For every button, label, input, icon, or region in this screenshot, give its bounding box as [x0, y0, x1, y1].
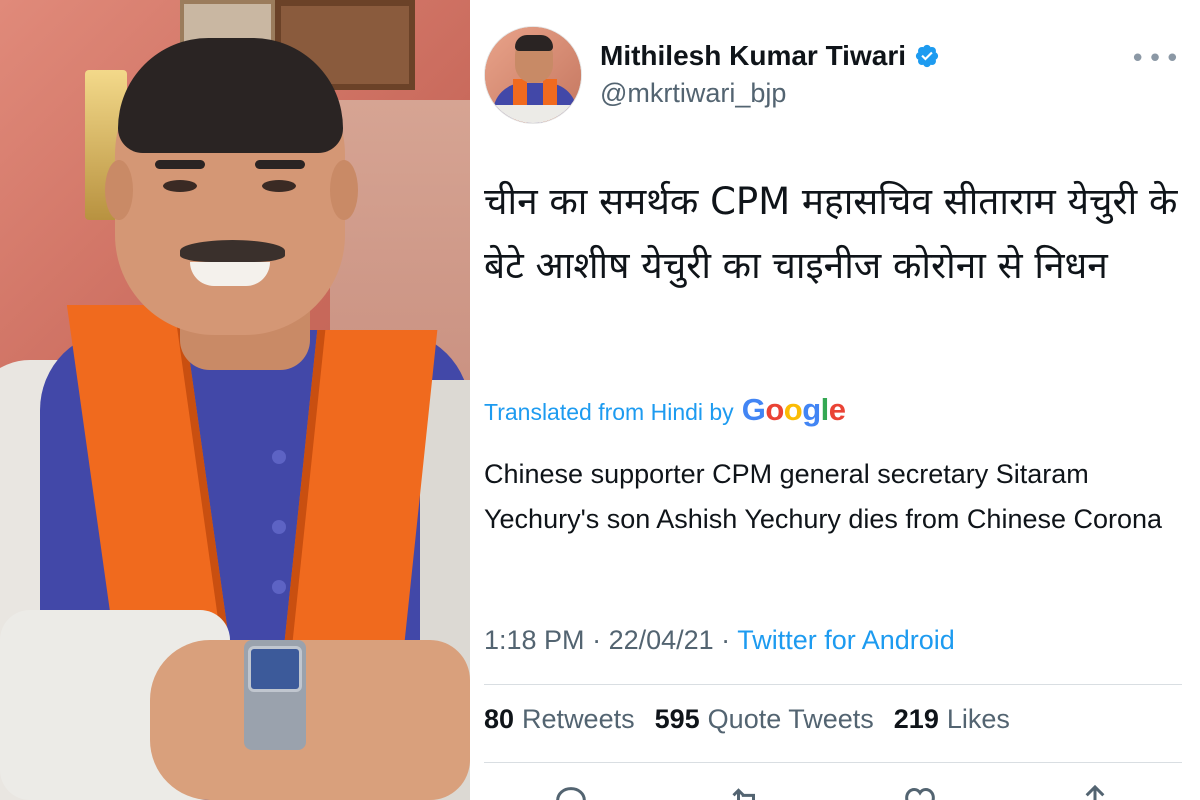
- vest-button: [272, 520, 286, 534]
- tweet-time[interactable]: 1:18 PM: [484, 625, 585, 655]
- watch-face: [248, 646, 302, 692]
- vest-button: [272, 580, 286, 594]
- profile-photo: [0, 0, 470, 800]
- mustache: [180, 240, 285, 262]
- tweet-meta: 1:18 PM · 22/04/21 · Twitter for Android: [484, 625, 955, 655]
- author-name-row[interactable]: Mithilesh Kumar Tiwari: [600, 40, 940, 72]
- more-dots-icon[interactable]: •••: [1130, 44, 1182, 74]
- vest-button: [272, 450, 286, 464]
- eye: [262, 180, 296, 192]
- retweets-stat[interactable]: 80 Retweets: [484, 704, 635, 735]
- quote-tweets-stat[interactable]: 595 Quote Tweets: [655, 704, 874, 735]
- retweet-icon[interactable]: [726, 782, 766, 800]
- eyebrow: [255, 160, 305, 169]
- divider: [484, 762, 1182, 763]
- verified-badge-icon: [915, 44, 939, 68]
- google-logo: Google: [741, 392, 846, 427]
- share-icon[interactable]: [1075, 782, 1115, 800]
- like-icon[interactable]: [900, 782, 940, 800]
- translated-label[interactable]: Translated from Hindi by: [484, 399, 734, 426]
- display-name[interactable]: Mithilesh Kumar Tiwari: [600, 40, 906, 72]
- crossed-forearm: [150, 640, 470, 800]
- eye: [163, 180, 197, 192]
- ear: [330, 160, 358, 220]
- eyebrow: [155, 160, 205, 169]
- smile: [190, 262, 270, 286]
- reply-icon[interactable]: [551, 782, 591, 800]
- user-handle[interactable]: @mkrtiwari_bjp: [600, 78, 786, 109]
- tweet-date[interactable]: 22/04/21: [609, 625, 714, 655]
- tweet-source-link[interactable]: Twitter for Android: [737, 625, 955, 655]
- ear: [105, 160, 133, 220]
- tweet-card: Mithilesh Kumar Tiwari @mkrtiwari_bjp ••…: [470, 0, 1200, 800]
- tweet-text-translated: Chinese supporter CPM general secretary …: [484, 459, 1163, 534]
- avatar[interactable]: [484, 26, 582, 124]
- divider: [484, 684, 1182, 685]
- tweet-text-original: चीन का समर्थक CPM महासचिव सीताराम येचुरी…: [484, 180, 1178, 287]
- translation-attribution: Translated from Hindi by Google: [484, 392, 846, 428]
- tweet-stats: 80 Retweets 595 Quote Tweets 219 Likes: [484, 704, 1010, 735]
- tweet-action-bar: [484, 782, 1182, 800]
- likes-stat[interactable]: 219 Likes: [894, 704, 1010, 735]
